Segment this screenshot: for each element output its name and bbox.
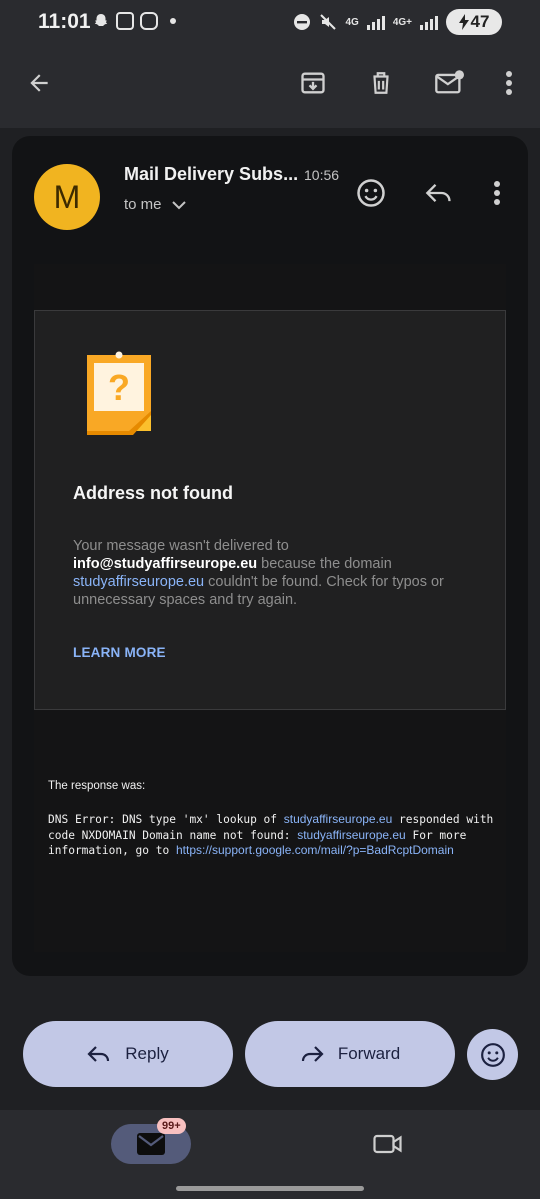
recipient-details[interactable]: to me [124,196,186,213]
support-link[interactable]: https://support.google.com/mail/?p=BadRc… [176,843,454,857]
status-bar: 11:01 4G 4G+ 47 [0,0,540,46]
more-notifications-dot [170,18,176,24]
snapchat-icon [94,14,108,26]
more-vert-icon [494,181,500,205]
bounce-domain-link[interactable]: studyaffirseurope.eu [73,574,204,590]
instagram-icon [140,12,158,30]
emoji-icon [357,179,385,207]
more-vert-icon [506,71,512,95]
reply-icon [87,1046,110,1062]
reply-icon [425,184,451,202]
charging-icon [458,14,469,30]
signal-1-icon [366,14,385,30]
gesture-bar[interactable] [176,1186,364,1191]
back-arrow-icon [30,74,48,92]
dnd-icon [294,14,311,30]
dns-error-text: DNS Error: DNS type 'mx' lookup of study… [48,812,498,859]
mail-icon [137,1133,165,1155]
svg-text:?: ? [108,367,130,408]
forward-label: Forward [337,1044,401,1063]
dns-text-1: DNS Error: DNS type 'mx' lookup of [48,813,284,826]
message-card: M Mail Delivery Subs... 10:56 to me ? Ad… [12,136,528,976]
response-label: The response was: [48,780,146,792]
bounce-text-2: because the domain [257,556,392,572]
bounce-text-1: Your message wasn't delivered to [73,538,289,554]
reply-button[interactable]: Reply [23,1021,233,1087]
reply-label: Reply [125,1044,169,1063]
battery-level: 47 [470,12,490,31]
archive-button[interactable] [292,62,334,104]
mark-unread-icon [435,70,464,94]
top-app-bar [0,46,540,128]
react-emoji-button[interactable] [350,172,392,214]
delete-button[interactable] [360,62,402,104]
address-not-found-card: ? Address not found Your message wasn't … [34,310,506,710]
chevron-down-icon [171,200,186,209]
recipient-label: to me [124,196,162,213]
network-type-2: 4G+ [392,16,412,28]
dns-domain-link-1[interactable]: studyaffirseurope.eu [284,812,393,826]
meet-tab[interactable] [366,1124,410,1164]
forward-icon [301,1046,324,1062]
battery-indicator: 47 [446,9,502,35]
emoji-reaction-button[interactable] [467,1029,518,1080]
message-more-button[interactable] [478,172,516,214]
dns-domain-link-2[interactable]: studyaffirseurope.eu [297,828,406,842]
reply-icon-button[interactable] [418,172,460,214]
bottom-navigation: 99+ [0,1110,540,1199]
mark-unread-button[interactable] [428,62,470,104]
email-body: ? Address not found Your message wasn't … [34,264,506,952]
emoji-icon [480,1042,505,1067]
mute-icon [320,14,337,30]
signal-2-icon [420,14,438,30]
bounce-title: Address not found [73,483,233,503]
system-status: 4G 4G+ 47 [293,9,502,35]
learn-more-link[interactable]: LEARN MORE [73,645,166,660]
gallery-icon [116,12,134,30]
more-options-button[interactable] [490,62,528,104]
sender-name[interactable]: Mail Delivery Subs... [124,164,298,185]
network-type-1: 4G [345,16,359,28]
message-time: 10:56 [304,167,340,183]
question-note-icon: ? [87,351,151,435]
forward-button[interactable]: Forward [245,1021,455,1087]
video-camera-icon [373,1134,402,1154]
status-time: 11:01 [38,10,91,33]
unread-count-badge: 99+ [157,1118,186,1134]
back-button[interactable] [18,62,60,104]
bounce-email: info@studyaffirseurope.eu [73,556,258,572]
sender-avatar[interactable]: M [34,164,100,230]
archive-icon [301,72,325,94]
notification-icons [92,12,176,30]
delete-icon [373,72,389,94]
bounce-message: Your message wasn't delivered to info@st… [73,537,483,609]
